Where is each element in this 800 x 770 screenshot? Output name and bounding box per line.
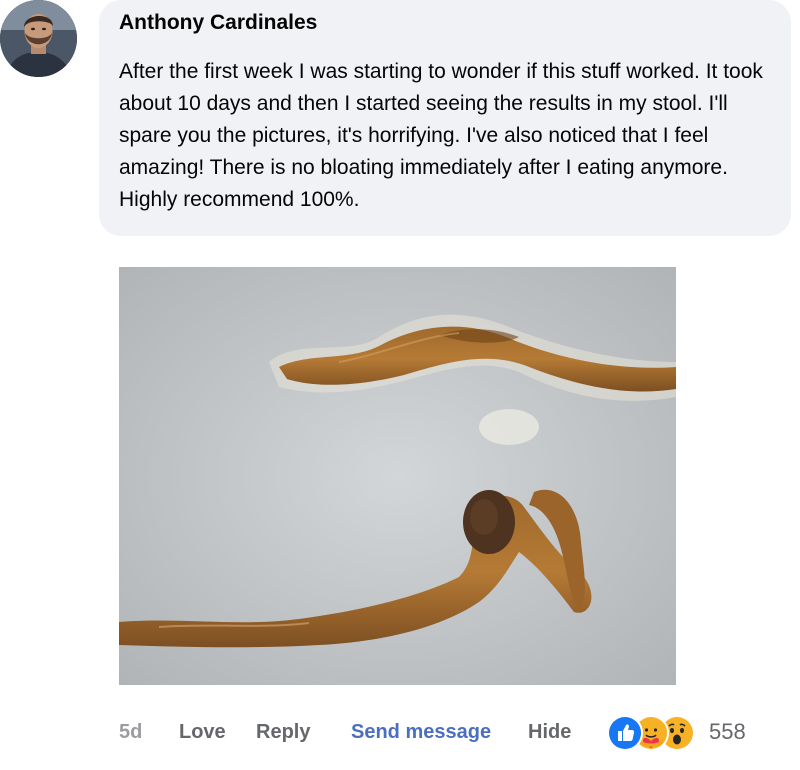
send-message-button[interactable]: Send message (351, 720, 491, 744)
reactions-summary[interactable] (607, 715, 697, 751)
like-reaction-icon (607, 715, 643, 751)
reply-button[interactable]: Reply (256, 720, 310, 744)
avatar[interactable] (0, 0, 77, 77)
comment-text: After the first week I was starting to w… (119, 60, 763, 211)
comment-author[interactable]: Anthony Cardinales (119, 8, 771, 38)
comment-actions: 5d Love Reply Send message Hide 558 (0, 710, 800, 754)
reaction-count[interactable]: 558 (709, 720, 746, 744)
hide-button[interactable]: Hide (528, 720, 571, 744)
love-button[interactable]: Love (179, 720, 226, 744)
comment-timestamp[interactable]: 5d (119, 720, 142, 744)
comment-bubble: Anthony Cardinales After the first week … (99, 0, 791, 236)
comment-photo[interactable] (119, 267, 676, 685)
